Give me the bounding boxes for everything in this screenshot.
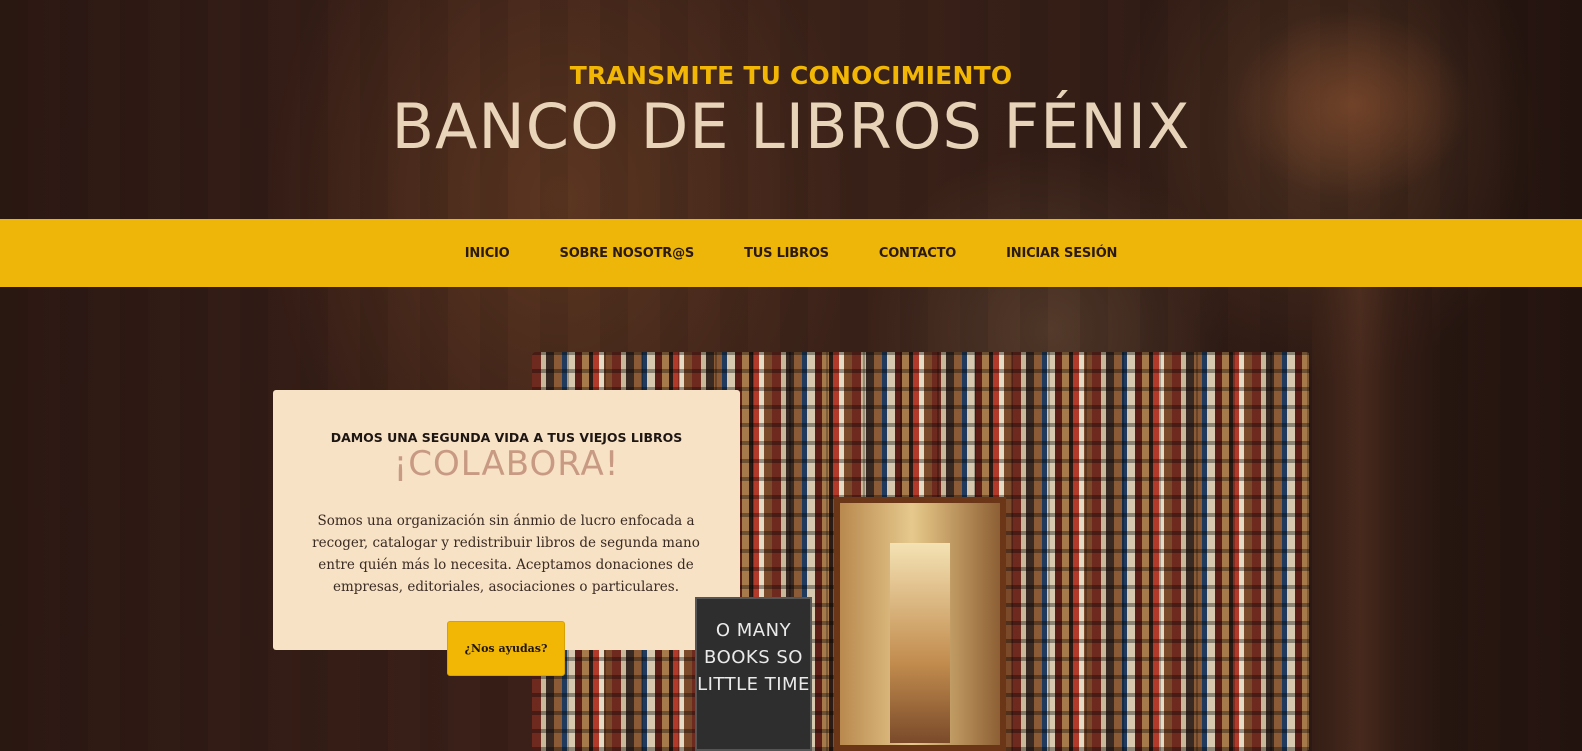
bookshelf-doorway [834, 497, 1006, 751]
site-tagline: TRANSMITE TU CONOCIMIENTO [569, 61, 1013, 90]
nav-item-iniciar-sesion[interactable]: INICIAR SESIÓN [981, 246, 1142, 261]
nav-item-inicio[interactable]: INICIO [440, 246, 535, 261]
help-button[interactable]: ¿Nos ayudas? [447, 621, 565, 676]
main-nav: INICIO SOBRE NOSOTR@S TUS LIBROS CONTACT… [0, 219, 1582, 287]
card-description: Somos una organización sin ánmio de lucr… [312, 513, 700, 595]
nav-item-tus-libros[interactable]: TUS LIBROS [719, 246, 854, 261]
nav-item-sobre-nosotros[interactable]: SOBRE NOSOTR@S [535, 246, 720, 261]
nav-item-contacto[interactable]: CONTACTO [854, 246, 981, 261]
card-title: ¡COLABORA! [393, 444, 620, 484]
chalkboard-sign: O MANY BOOKS SO LITTLE TIME [695, 597, 812, 751]
site-title: BANCO DE LIBROS FÉNIX [391, 90, 1191, 163]
card-kicker: DAMOS UNA SEGUNDA VIDA A TUS VIEJOS LIBR… [330, 430, 683, 445]
site-header: TRANSMITE TU CONOCIMIENTO BANCO DE LIBRO… [0, 0, 1582, 219]
background-column [1312, 280, 1432, 751]
doorway-corridor [890, 543, 950, 743]
collaborate-card: DAMOS UNA SEGUNDA VIDA A TUS VIEJOS LIBR… [273, 390, 740, 650]
